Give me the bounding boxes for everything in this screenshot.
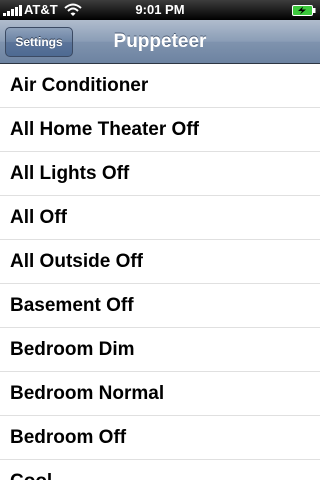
page-title: Puppeteer xyxy=(113,31,207,52)
settings-back-button[interactable]: Settings xyxy=(5,27,73,57)
list-item[interactable]: Bedroom Off xyxy=(0,416,320,460)
list-item[interactable]: Basement Off xyxy=(0,284,320,328)
list-item[interactable]: All Home Theater Off xyxy=(0,108,320,152)
list-item[interactable]: Air Conditioner xyxy=(0,64,320,108)
list-item[interactable]: All Outside Off xyxy=(0,240,320,284)
navigation-bar: Settings Puppeteer xyxy=(0,20,320,64)
status-bar: AT&T 9:01 PM xyxy=(0,0,320,20)
action-list[interactable]: Air Conditioner All Home Theater Off All… xyxy=(0,64,320,480)
list-item[interactable]: All Lights Off xyxy=(0,152,320,196)
status-time: 9:01 PM xyxy=(135,2,185,17)
list-item[interactable]: Bedroom Normal xyxy=(0,372,320,416)
list-item[interactable]: Bedroom Dim xyxy=(0,328,320,372)
list-item[interactable]: All Off xyxy=(0,196,320,240)
battery-charging-icon xyxy=(292,5,316,16)
list-item[interactable]: Cool xyxy=(0,460,320,480)
